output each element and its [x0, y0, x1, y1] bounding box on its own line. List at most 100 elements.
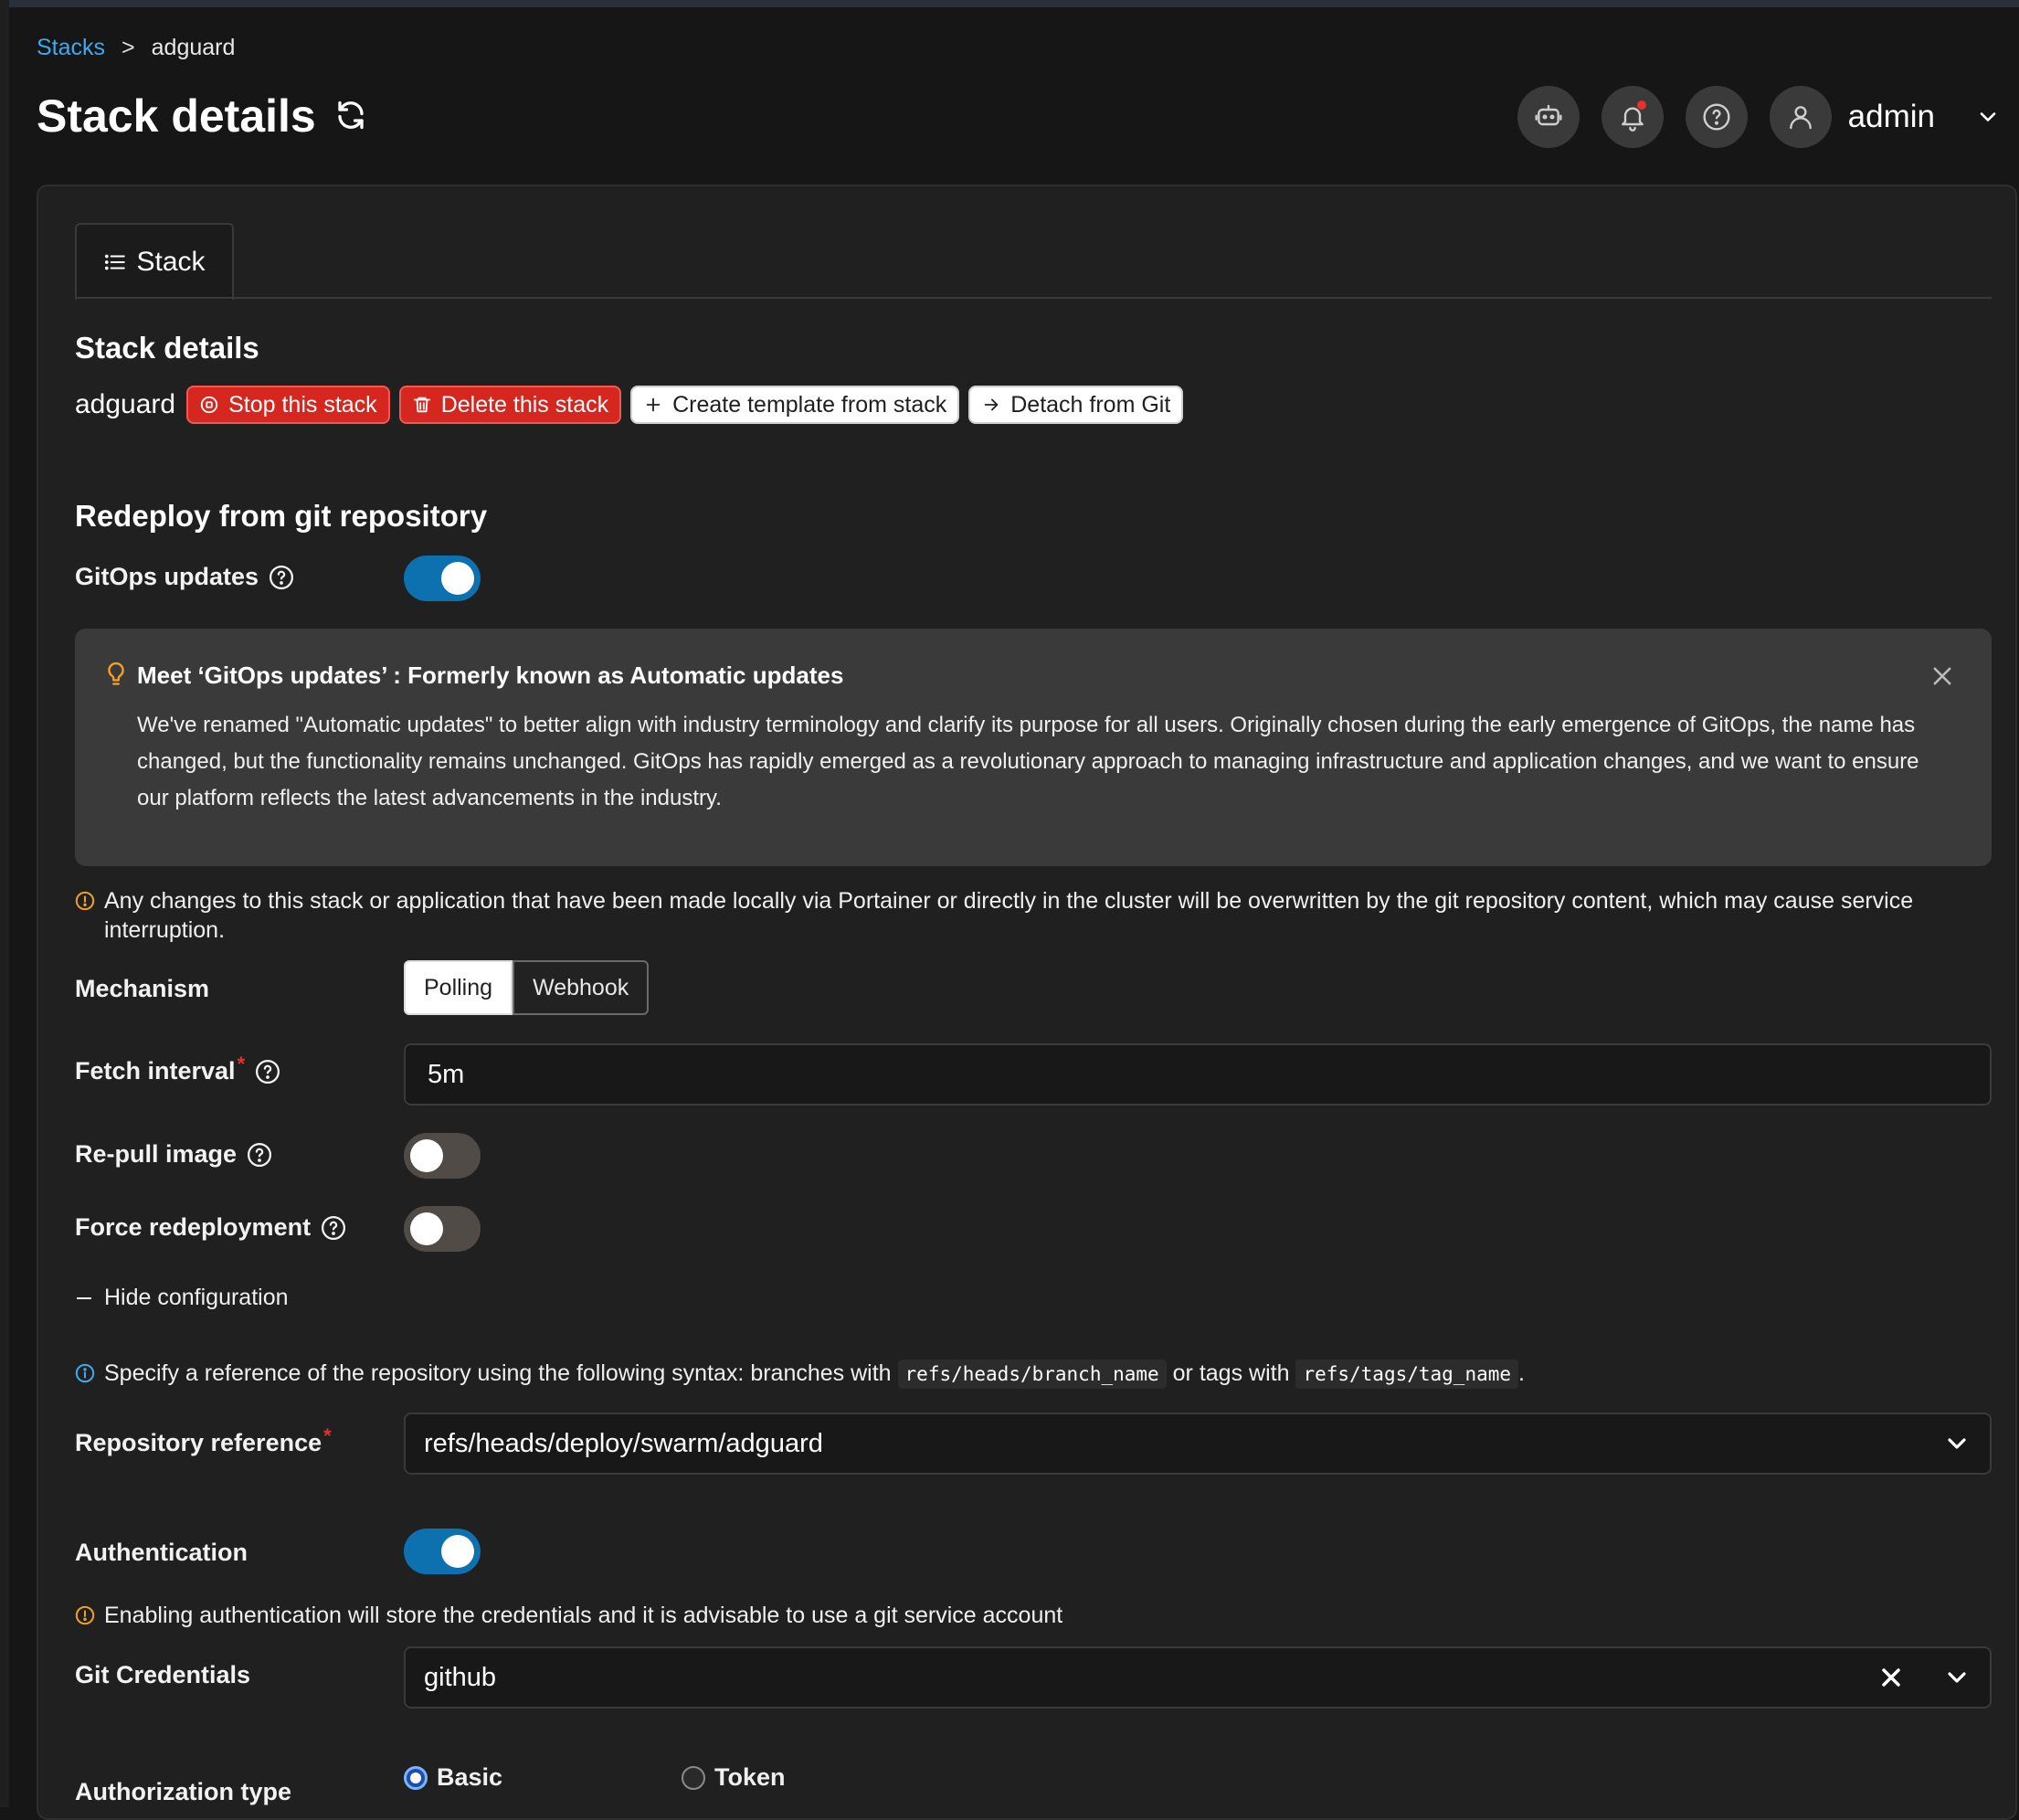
required-mark: * [323, 1423, 332, 1447]
user-icon [1789, 106, 1812, 130]
mechanism-label: Mechanism [75, 975, 210, 1002]
toggle-knob [441, 1535, 474, 1568]
page-title-row: Stack details [37, 90, 367, 143]
tab-stack[interactable]: Stack [75, 223, 234, 300]
warning-circle-icon [75, 891, 95, 911]
detach-git-label: Detach from Git [1010, 391, 1171, 418]
stack-details-heading: Stack details [75, 331, 259, 365]
gitops-updates-label: GitOps updates [75, 563, 295, 591]
stack-actions-row: adguard Stop this stack Delete this stac… [75, 386, 1184, 424]
notifications-button[interactable] [1601, 86, 1664, 148]
tab-stack-label: Stack [136, 247, 206, 277]
help-button[interactable] [1685, 86, 1748, 148]
authorization-token-option[interactable]: Token [682, 1763, 786, 1792]
hide-configuration-text: Hide configuration [104, 1285, 289, 1310]
help-icon[interactable] [268, 564, 295, 591]
info-banner-body: We've renamed "Automatic updates" to bet… [137, 713, 1919, 810]
reference-hint-before: Specify a reference of the repository us… [104, 1360, 892, 1386]
left-border [0, 0, 9, 1807]
chevron-down-icon[interactable] [1975, 104, 2001, 130]
chevron-down-icon[interactable] [1942, 1663, 1971, 1692]
fetch-interval-text: Fetch interval [75, 1057, 236, 1085]
redeploy-heading: Redeploy from git repository [75, 499, 488, 533]
mechanism-selector: Polling Webhook [404, 960, 650, 1015]
delete-stack-button[interactable]: Delete this stack [398, 386, 622, 424]
ai-bot-icon [1535, 104, 1562, 126]
fetch-interval-input[interactable]: 5m [404, 1043, 1992, 1106]
gitops-updates-toggle[interactable] [404, 556, 481, 601]
trash-icon [413, 397, 430, 413]
auth-warning: Enabling authentication will store the c… [75, 1601, 1062, 1630]
toggle-knob [410, 1212, 443, 1245]
reference-hint-end: . [1518, 1360, 1525, 1386]
git-credentials-value: github [424, 1662, 497, 1692]
toggle-knob [441, 562, 474, 595]
tab-divider [75, 297, 1992, 299]
hide-configuration-link[interactable]: Hide configuration [77, 1285, 289, 1311]
repo-reference-label: Repository reference * [75, 1424, 332, 1457]
force-redeploy-toggle[interactable] [404, 1206, 481, 1252]
required-mark: * [237, 1052, 246, 1075]
mechanism-polling-option[interactable]: Polling [404, 960, 513, 1015]
mechanism-webhook-option[interactable]: Webhook [513, 960, 650, 1015]
authentication-label: Authentication [75, 1539, 248, 1566]
lightbulb-icon [108, 661, 124, 685]
stop-icon [200, 396, 218, 414]
repo-reference-text: Repository reference [75, 1429, 322, 1456]
git-credentials-select[interactable]: github [404, 1646, 1992, 1709]
authorization-basic-option[interactable]: Basic [404, 1763, 502, 1792]
arrow-right-icon [984, 398, 999, 411]
close-icon[interactable] [1929, 663, 1955, 689]
notification-dot [1636, 101, 1646, 110]
overwrite-warning-text: Any changes to this stack or application… [104, 888, 1914, 943]
header-actions: admin [1517, 86, 2001, 148]
breadcrumb-separator: > [122, 35, 135, 60]
breadcrumb: Stacks > adguard [37, 35, 235, 61]
chevron-down-icon[interactable] [1942, 1429, 1971, 1458]
reference-hint: Specify a reference of the repository us… [75, 1359, 1525, 1389]
select-indicators [1942, 1429, 1971, 1458]
ai-assistant-button[interactable] [1517, 86, 1580, 148]
authorization-type-label: Authorization type [75, 1778, 291, 1805]
detach-git-button[interactable]: Detach from Git [968, 386, 1184, 424]
radio-unselected[interactable] [682, 1765, 705, 1790]
list-icon [105, 254, 126, 270]
toggle-knob [410, 1139, 443, 1172]
reference-hint-text: Specify a reference of the repository us… [104, 1359, 1525, 1389]
repo-reference-select[interactable]: refs/heads/deploy/swarm/adguard [404, 1413, 1992, 1475]
stop-stack-label: Stop this stack [228, 391, 377, 418]
stop-stack-button[interactable]: Stop this stack [186, 386, 390, 424]
page-title: Stack details [37, 90, 316, 142]
breadcrumb-current: adguard [151, 35, 236, 60]
warning-circle-icon [75, 1605, 95, 1625]
force-redeploy-label: Force redeployment [75, 1213, 347, 1242]
reference-hint-middle: or tags with [1172, 1360, 1290, 1386]
authentication-toggle[interactable] [404, 1529, 481, 1574]
gitops-info-banner: Meet ‘GitOps updates’ : Formerly known a… [75, 629, 1992, 866]
info-circle-icon [75, 1363, 95, 1383]
plus-icon [646, 397, 661, 412]
user-avatar[interactable] [1769, 86, 1832, 148]
select-indicators [1876, 1663, 1971, 1692]
help-icon[interactable] [320, 1214, 347, 1242]
stack-name: adguard [75, 389, 176, 419]
refresh-icon[interactable] [334, 90, 367, 143]
radio-selected[interactable] [404, 1765, 428, 1790]
authorization-token-label: Token [714, 1763, 786, 1791]
help-icon[interactable] [246, 1141, 273, 1169]
branch-syntax-code: refs/heads/branch_name [897, 1360, 1167, 1389]
repull-image-label: Re-pull image [75, 1140, 273, 1169]
create-template-button[interactable]: Create template from stack [630, 386, 960, 424]
auth-warning-text: Enabling authentication will store the c… [104, 1603, 1063, 1628]
help-icon [1703, 103, 1730, 131]
user-name[interactable]: admin [1848, 99, 1935, 135]
repo-reference-value: refs/heads/deploy/swarm/adguard [424, 1428, 823, 1458]
delete-stack-label: Delete this stack [440, 391, 609, 418]
help-icon[interactable] [254, 1058, 281, 1085]
fetch-interval-label: Fetch interval * [75, 1053, 281, 1085]
git-credentials-label: Git Credentials [75, 1661, 251, 1688]
tag-syntax-code: refs/tags/tag_name [1295, 1360, 1519, 1389]
clear-icon[interactable] [1876, 1663, 1906, 1692]
repull-image-toggle[interactable] [404, 1133, 481, 1179]
breadcrumb-stacks-link[interactable]: Stacks [37, 35, 105, 61]
